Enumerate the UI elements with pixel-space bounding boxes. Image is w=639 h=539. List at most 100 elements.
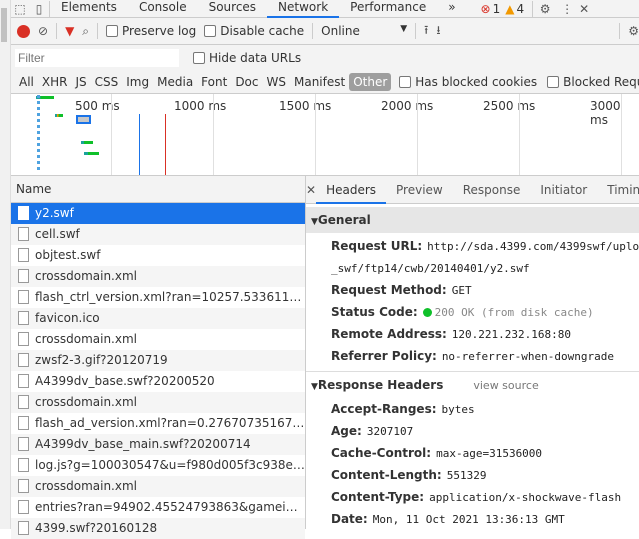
response-headers-section-toggle[interactable]: ▼Response Headers view source	[306, 372, 639, 398]
request-row[interactable]: A4399dv_base_main.swf?20200714	[11, 434, 305, 455]
tab-headers[interactable]: Headers	[316, 176, 387, 204]
throttling-select[interactable]: Online ▼	[321, 24, 407, 38]
request-row[interactable]: A4399dv_base.swf?20200520	[11, 371, 305, 392]
tick-label: 1500 ms	[279, 99, 332, 113]
type-other[interactable]: Other	[349, 72, 392, 91]
request-name: crossdomain.xml	[35, 395, 137, 409]
tick-label: 500 ms	[75, 99, 120, 113]
general-section-toggle[interactable]: ▼General	[306, 207, 639, 233]
file-icon	[18, 437, 29, 451]
blocked-requests-checkbox[interactable]: Blocked Request	[547, 75, 639, 89]
request-timing-bar	[37, 137, 40, 140]
header-key: Age:	[331, 424, 362, 438]
request-timing-bar	[55, 114, 64, 117]
request-name: cell.swf	[35, 227, 80, 241]
hide-data-urls-checkbox[interactable]: Hide data URLs	[193, 51, 301, 65]
tab-initiator[interactable]: Initiator	[530, 176, 597, 204]
tab-sources[interactable]: Sources	[198, 0, 267, 18]
disable-cache-checkbox[interactable]: Disable cache	[204, 24, 304, 38]
network-settings-gear-icon[interactable]: ⚙	[628, 24, 639, 38]
tab-performance[interactable]: Performance	[339, 0, 437, 18]
tab-timing[interactable]: Timing	[597, 176, 639, 204]
inspect-element-icon[interactable]: ⬚	[11, 2, 29, 16]
file-icon	[18, 248, 29, 262]
tab-response[interactable]: Response	[453, 176, 531, 204]
request-row[interactable]: crossdomain.xml	[11, 266, 305, 287]
settings-gear-icon[interactable]: ⚙	[533, 2, 557, 16]
tab-console[interactable]: Console	[128, 0, 198, 18]
import-har-icon[interactable]: ⭱	[424, 21, 428, 42]
request-row[interactable]: y2.swf	[11, 203, 305, 224]
network-overview-timeline[interactable]: 500 ms 1000 ms 1500 ms 2000 ms 2500 ms 3…	[11, 94, 639, 176]
type-xhr[interactable]: XHR	[38, 75, 72, 89]
request-timing-bar	[81, 141, 94, 144]
request-timing-bar	[37, 149, 40, 152]
view-source-link[interactable]: view source	[473, 379, 538, 392]
filter-input[interactable]	[15, 48, 179, 67]
request-timing-bar	[84, 152, 100, 155]
left-scrollbar[interactable]	[0, 0, 11, 529]
error-icon[interactable]: ⊗	[481, 2, 491, 16]
clear-icon[interactable]: ⊘	[38, 24, 48, 38]
request-row[interactable]: cell.swf	[11, 224, 305, 245]
header-value: http://sda.4399.com/4399swf/uplo	[427, 240, 639, 253]
column-header-name[interactable]: Name	[11, 176, 305, 203]
has-blocked-cookies-checkbox[interactable]: Has blocked cookies	[399, 75, 537, 89]
grid-line	[213, 94, 214, 175]
header-key: Status Code:	[331, 305, 418, 319]
request-row[interactable]: crossdomain.xml	[11, 329, 305, 350]
request-name: zwsf2-3.gif?20120719	[35, 353, 168, 367]
more-options-icon[interactable]: ⋮	[557, 2, 577, 16]
type-ws[interactable]: WS	[263, 75, 290, 89]
type-img[interactable]: Img	[122, 75, 153, 89]
device-toolbar-icon[interactable]: ▯	[29, 2, 49, 16]
request-row[interactable]: objtest.swf	[11, 245, 305, 266]
preserve-log-checkbox[interactable]: Preserve log	[106, 24, 196, 38]
export-har-icon[interactable]: ⭳	[436, 21, 440, 42]
request-timing-bar	[37, 167, 40, 170]
tab-network[interactable]: Network	[267, 0, 340, 18]
request-row[interactable]: entries?ran=94902.45524793863&gameid=100…	[11, 497, 305, 518]
tab-elements[interactable]: Elements	[50, 0, 128, 18]
type-js[interactable]: JS	[71, 75, 90, 89]
scrollbar-thumb[interactable]	[1, 8, 7, 42]
filter-icon[interactable]: ▼	[65, 24, 74, 38]
divider	[312, 23, 314, 39]
request-row[interactable]: crossdomain.xml	[11, 476, 305, 497]
close-details-icon[interactable]: ✕	[306, 183, 316, 197]
request-row[interactable]: flash_ad_version.xml?ran=0.2767073516733…	[11, 413, 305, 434]
warning-icon[interactable]: ▲	[505, 2, 514, 16]
type-all[interactable]: All	[15, 75, 38, 89]
request-name: y2.swf	[35, 206, 74, 220]
header-value: 3207107	[366, 425, 414, 438]
type-font[interactable]: Font	[197, 75, 231, 89]
type-media[interactable]: Media	[153, 75, 197, 89]
request-row[interactable]: log.js?g=100030547&u=f980d005f3c938e8fb9…	[11, 455, 305, 476]
selected-request-marker	[76, 115, 91, 124]
type-doc[interactable]: Doc	[231, 75, 262, 89]
close-icon[interactable]: ✕	[577, 2, 591, 16]
tab-preview[interactable]: Preview	[386, 176, 453, 204]
header-row: Content-Type: application/x-shockwave-fla…	[306, 486, 639, 508]
request-timing-bar	[37, 155, 40, 158]
file-icon	[18, 353, 29, 367]
type-manifest[interactable]: Manifest	[290, 75, 349, 89]
request-row[interactable]: zwsf2-3.gif?20120719	[11, 350, 305, 371]
warning-count[interactable]: 4	[516, 2, 524, 16]
request-row[interactable]: favicon.ico	[11, 308, 305, 329]
record-button[interactable]	[17, 24, 30, 38]
request-row[interactable]: crossdomain.xml	[11, 392, 305, 413]
type-css[interactable]: CSS	[91, 75, 123, 89]
more-tabs-button[interactable]: »	[437, 0, 466, 18]
tick-label: 3000 ms	[590, 99, 621, 127]
header-row: Status Code: 200 OK (from disk cache)	[306, 301, 639, 323]
header-value: Mon, 11 Oct 2021 13:36:13 GMT	[372, 513, 565, 526]
request-name: crossdomain.xml	[35, 479, 137, 493]
search-icon[interactable]: ⌕	[82, 24, 89, 39]
request-row[interactable]: flash_ctrl_version.xml?ran=10257.5336117…	[11, 287, 305, 308]
header-value: 200 OK (from disk cache)	[434, 306, 594, 319]
error-count[interactable]: 1	[493, 2, 501, 16]
request-timing-bar	[37, 161, 40, 164]
tick-label: 2000 ms	[381, 99, 434, 113]
header-row: Age: 3207107	[306, 420, 639, 442]
